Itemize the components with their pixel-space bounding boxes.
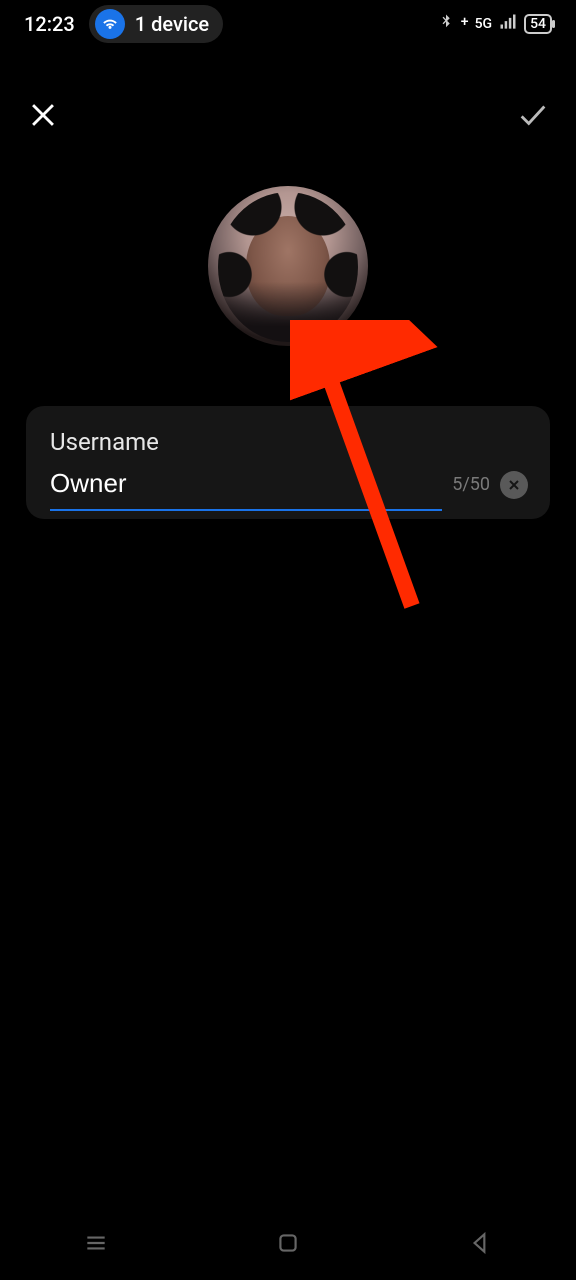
network-label: 5G xyxy=(475,16,493,32)
clear-input-icon[interactable] xyxy=(500,471,528,499)
battery-level: 54 xyxy=(530,16,546,32)
close-icon[interactable] xyxy=(26,98,60,132)
status-time: 12:23 xyxy=(24,12,75,36)
signal-icon xyxy=(498,12,518,36)
username-input[interactable] xyxy=(50,466,442,511)
top-actions xyxy=(0,48,576,132)
status-bar: 12:23 1 device + 5G 54 xyxy=(0,0,576,48)
battery-indicator: 54 xyxy=(524,14,552,34)
username-row: 5/50 xyxy=(50,466,528,511)
home-button[interactable] xyxy=(275,1230,301,1260)
back-button[interactable] xyxy=(467,1230,493,1260)
confirm-icon[interactable] xyxy=(516,98,550,132)
status-left: 12:23 1 device xyxy=(24,5,223,43)
avatar-container xyxy=(0,186,576,346)
char-counter: 5/50 xyxy=(452,474,490,495)
username-label: Username xyxy=(50,428,528,456)
device-count-label: 1 device xyxy=(135,12,209,36)
connected-device-chip[interactable]: 1 device xyxy=(89,5,223,43)
username-field-card: Username 5/50 xyxy=(26,406,550,519)
bluetooth-icon xyxy=(437,13,455,35)
status-right: + 5G 54 xyxy=(437,12,552,36)
system-nav-bar xyxy=(0,1210,576,1280)
profile-avatar[interactable] xyxy=(208,186,368,346)
recent-apps-button[interactable] xyxy=(83,1230,109,1260)
wifi-icon xyxy=(95,9,125,39)
